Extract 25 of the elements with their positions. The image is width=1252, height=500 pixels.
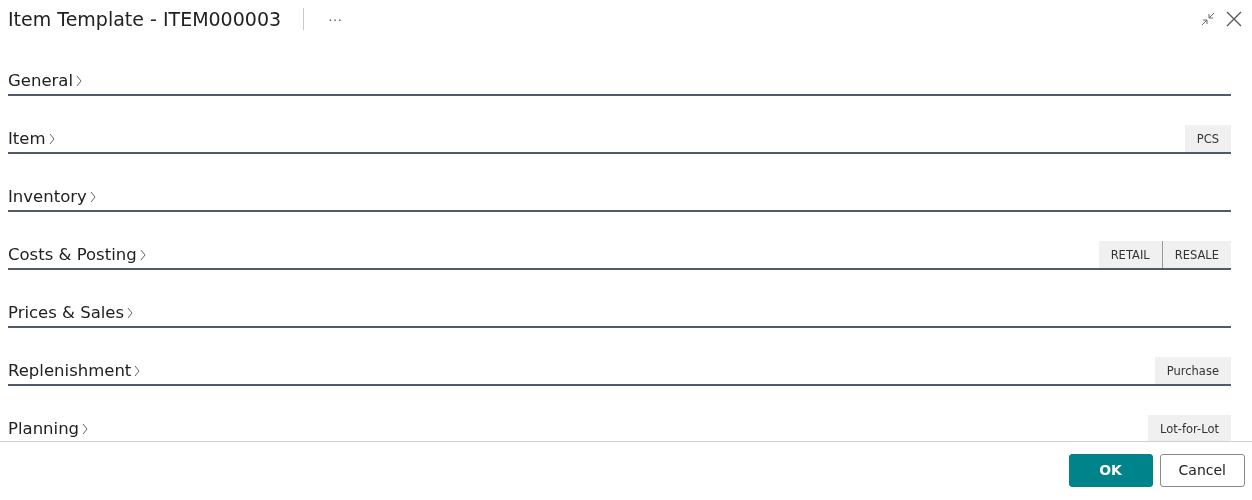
section-toggle[interactable]: General bbox=[8, 71, 83, 92]
close-icon[interactable] bbox=[1226, 11, 1242, 27]
more-options-button[interactable]: ··· bbox=[322, 11, 349, 27]
dialog-title: Item Template - ITEM000003 bbox=[8, 8, 282, 30]
summary-value: Lot-for-Lot bbox=[1148, 415, 1231, 441]
cancel-button[interactable]: Cancel bbox=[1159, 453, 1245, 487]
summary-value: Purchase bbox=[1154, 357, 1231, 384]
chevron-right-icon bbox=[134, 364, 141, 377]
chevron-right-icon bbox=[76, 74, 83, 87]
chevron-right-icon bbox=[89, 190, 96, 203]
ok-button[interactable]: OK bbox=[1068, 453, 1153, 487]
chevron-right-icon bbox=[139, 248, 146, 261]
section-toggle[interactable]: Planning bbox=[8, 419, 89, 440]
section-toggle[interactable]: Prices & Sales bbox=[8, 303, 134, 324]
collapse-icon[interactable] bbox=[1200, 11, 1216, 27]
chevron-right-icon bbox=[48, 132, 55, 145]
section-toggle[interactable]: Costs & Posting bbox=[8, 245, 146, 266]
section-toggle[interactable]: Inventory bbox=[8, 187, 96, 208]
chevron-right-icon bbox=[82, 422, 89, 435]
chevron-right-icon bbox=[127, 306, 134, 319]
section-toggle[interactable]: Item bbox=[8, 129, 55, 150]
summary-value: RESALE bbox=[1161, 241, 1231, 268]
section-toggle[interactable]: Replenishment bbox=[8, 361, 141, 382]
summary-value: RETAIL bbox=[1098, 241, 1162, 268]
summary-value: PCS bbox=[1184, 125, 1231, 152]
